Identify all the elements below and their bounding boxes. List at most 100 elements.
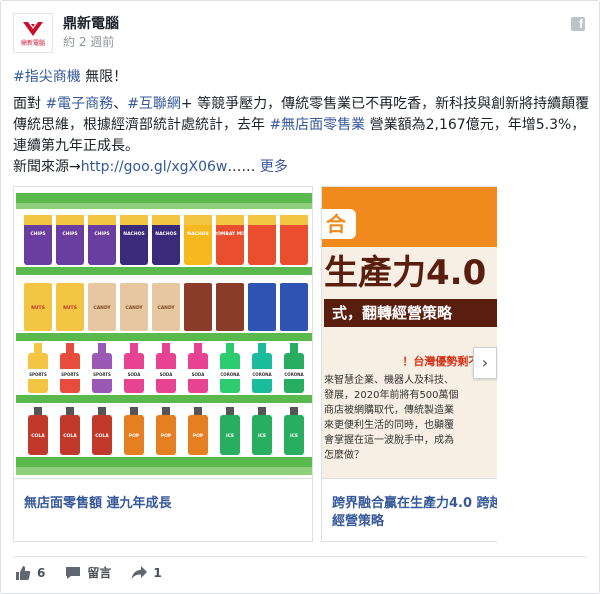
link-carousel: CHIPS CHIPS CHIPS NACHOS NACHOS NACHOS BOMBAY …	[13, 186, 497, 542]
snack-bag-top	[248, 215, 276, 225]
product-label: NUTS	[63, 305, 77, 311]
post-header: 鼎新電腦 鼎新電腦 約 2 週前	[13, 13, 119, 55]
banner-line: 怎麼做？	[324, 450, 364, 461]
share-button[interactable]: 1	[131, 565, 162, 581]
banner-tag: 合	[322, 209, 356, 239]
product-label: NACHOS	[187, 231, 208, 237]
carousel-card[interactable]: 合 生產力4.0 式，翻轉經營策略 ！台灣優勢剩不到5年！ 來智慧企業、機器人及…	[321, 186, 497, 542]
snack-bag-top	[280, 215, 308, 225]
comment-icon	[66, 566, 81, 579]
banner-line: 來智慧企業、機器人及科技、	[324, 375, 454, 386]
share-count: 1	[153, 565, 162, 580]
snack-bag-top	[24, 215, 52, 225]
bottle-neck	[66, 343, 74, 353]
logo-caption: 鼎新電腦	[20, 39, 45, 47]
can-top	[162, 407, 170, 415]
brand-logo-icon	[23, 21, 43, 36]
product-label: SODA	[128, 372, 142, 377]
product-label: SODA	[160, 372, 174, 377]
bottle-neck	[98, 343, 106, 353]
can-top	[226, 407, 234, 415]
snack-bag-top	[184, 215, 212, 225]
post-text-segment: 、	[113, 96, 128, 112]
like-button[interactable]: 6	[15, 565, 45, 581]
bottle-neck	[290, 343, 298, 353]
product-label: POP	[193, 433, 204, 439]
source-label: 新聞來源→	[13, 159, 81, 175]
product-label: SPORTS	[61, 372, 79, 377]
product-label: CHIPS	[94, 231, 109, 237]
banner-line: 會掌握在這一波脫手中，成為	[324, 435, 454, 446]
product-label: COLA	[95, 433, 109, 439]
divider	[13, 556, 587, 557]
product-label: NACHOS	[123, 231, 144, 237]
can-top	[258, 407, 266, 415]
product-label: SPORTS	[29, 372, 47, 377]
chevron-right-icon: ›	[481, 353, 489, 372]
post-card: 鼎新電腦 鼎新電腦 約 2 週前 f #指尖商機 無限！ 面對 #電子商務、#互…	[0, 0, 600, 594]
product-label: CHIPS	[30, 231, 45, 237]
product-box	[216, 283, 244, 331]
snack-bag-top	[88, 215, 116, 225]
comment-button[interactable]: 留言	[65, 564, 111, 581]
bottle-neck	[226, 343, 234, 353]
bottle-neck	[258, 343, 266, 353]
snack-bag-top	[56, 215, 84, 225]
store-shelves-illustration: CHIPS CHIPS CHIPS NACHOS NACHOS NACHOS BOMBAY …	[14, 187, 312, 478]
banner-line: 商店被網購取代，傳統製造業	[324, 405, 454, 416]
post-timestamp[interactable]: 約 2 週前	[63, 34, 119, 50]
product-label: ICE	[258, 433, 266, 439]
product-label: CANDY	[93, 305, 111, 311]
bottle-neck	[34, 343, 42, 353]
snack-bag-top	[152, 215, 180, 225]
product-label: POP	[129, 433, 140, 439]
bottle-neck	[194, 343, 202, 353]
product-label: CORONA	[252, 372, 272, 377]
share-icon	[131, 565, 148, 579]
hashtag-link[interactable]: #互聯網	[127, 96, 181, 112]
product-label: CORONA	[284, 372, 304, 377]
product-label: SODA	[192, 372, 206, 377]
card-title[interactable]: 跨界融合贏在生產力4.0 跨越經營策略	[332, 495, 497, 531]
card-image-store-shelves[interactable]: CHIPS CHIPS CHIPS NACHOS NACHOS NACHOS BOMBAY …	[14, 187, 312, 479]
carousel-card[interactable]: CHIPS CHIPS CHIPS NACHOS NACHOS NACHOS BOMBAY …	[13, 186, 313, 542]
product-label: CANDY	[157, 305, 175, 311]
bottle-neck	[130, 343, 138, 353]
card-title[interactable]: 無店面零售額 連九年成長	[24, 495, 304, 513]
page-name[interactable]: 鼎新電腦	[63, 15, 119, 33]
product-box	[280, 283, 308, 331]
card-image-productivity-banner[interactable]: 合 生產力4.0 式，翻轉經營策略 ！台灣優勢剩不到5年！ 來智慧企業、機器人及…	[322, 187, 497, 479]
product-label: NUTS	[31, 305, 45, 311]
product-label: POP	[161, 433, 172, 439]
can-top	[66, 407, 74, 415]
post-text-segment: 無限！	[80, 69, 128, 85]
banner-line: 來更便利生活的同時，也顯覆	[324, 420, 454, 431]
product-box	[248, 283, 276, 331]
see-more-link[interactable]: 更多	[260, 159, 288, 175]
source-url-link[interactable]: http://goo.gl/xgX06w	[81, 159, 228, 175]
product-label: COLA	[63, 433, 77, 439]
can-top	[290, 407, 298, 415]
page-avatar[interactable]: 鼎新電腦	[13, 13, 53, 53]
can-top	[34, 407, 42, 415]
bottle-neck	[162, 343, 170, 353]
banner-body: 來智慧企業、機器人及科技、 發展，2020年前將有500萬個 商店被網購取代，傳…	[324, 373, 497, 463]
post-text-segment: 面對	[13, 96, 46, 112]
hashtag-link[interactable]: #無店面零售業	[269, 117, 365, 133]
action-bar: 6 留言 1	[15, 564, 182, 581]
hashtag-link[interactable]: #指尖商機	[13, 69, 81, 85]
carousel-next-button[interactable]: ›	[473, 347, 497, 379]
post-message: #指尖商機 無限！ 面對 #電子商務、#互聯網+ 等競爭壓力，傳統零售業已不再吃…	[13, 67, 593, 178]
hashtag-link[interactable]: #電子商務	[45, 96, 113, 112]
comment-label: 留言	[87, 566, 112, 580]
product-label: CORONA	[220, 372, 240, 377]
product-label: CANDY	[125, 305, 143, 311]
product-label: ICE	[226, 433, 234, 439]
product-label: SPORTS	[93, 372, 111, 377]
facebook-icon[interactable]: f	[571, 17, 585, 31]
like-count: 6	[37, 565, 46, 580]
product-label: ICE	[290, 433, 298, 439]
product-label: BOMBAY MIX	[214, 231, 247, 237]
product-box	[184, 283, 212, 331]
banner-subtitle: 式，翻轉經營策略	[324, 299, 497, 327]
